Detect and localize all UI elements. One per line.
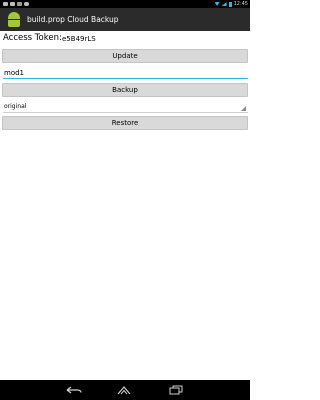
battery-icon — [228, 1, 232, 7]
update-button[interactable]: Update — [2, 49, 248, 63]
backup-name-input[interactable]: mod1 — [3, 66, 248, 79]
access-token-value: e5B49rLS — [62, 35, 96, 43]
image-icon — [10, 2, 15, 6]
signal-icon — [221, 2, 227, 6]
home-icon[interactable] — [116, 385, 132, 395]
action-bar: build.prop Cloud Backup — [0, 8, 250, 31]
app-screen: 12:45 build.prop Cloud Backup Access Tok… — [0, 0, 250, 400]
restore-select-value: original — [4, 103, 27, 110]
status-bar: 12:45 — [0, 0, 250, 8]
android-icon — [7, 12, 21, 27]
wifi-icon — [214, 2, 220, 6]
backup-button[interactable]: Backup — [2, 83, 248, 97]
access-token-label: Access Token: — [3, 33, 62, 43]
status-time: 12:45 — [233, 1, 248, 7]
navigation-bar — [0, 380, 250, 400]
android-icon — [17, 2, 22, 6]
back-icon[interactable] — [66, 386, 82, 394]
restore-button[interactable]: Restore — [2, 116, 248, 130]
image-icon — [3, 2, 8, 6]
restore-backup-select[interactable]: original — [3, 100, 248, 113]
app-title: build.prop Cloud Backup — [27, 15, 119, 24]
recent-apps-icon[interactable] — [169, 385, 183, 395]
cloud-icon — [24, 2, 29, 6]
dropdown-arrow-icon — [241, 106, 246, 111]
